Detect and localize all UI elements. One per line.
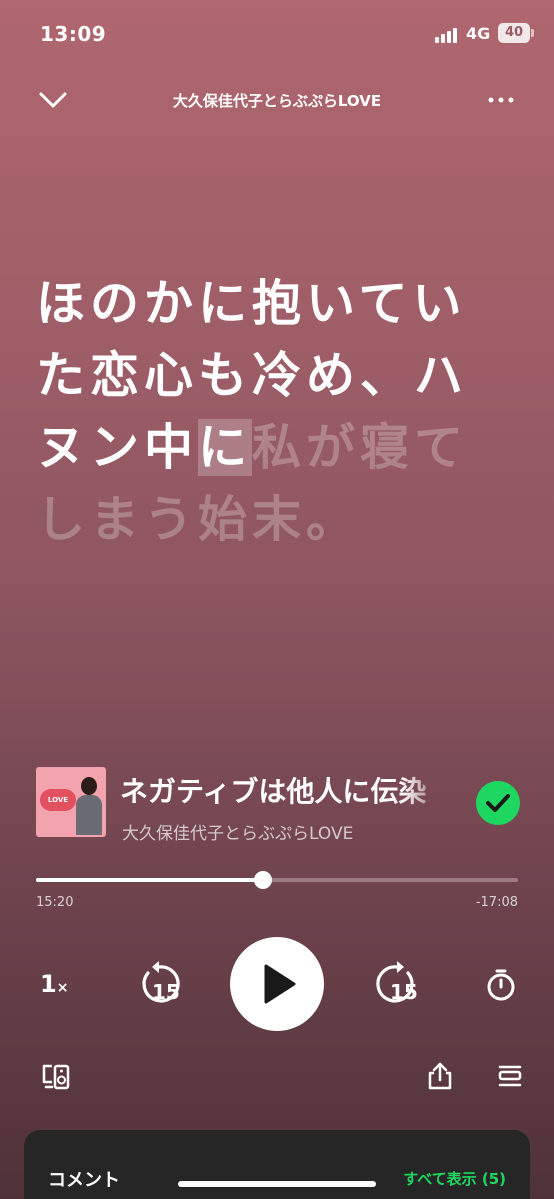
timer-icon[interactable] xyxy=(484,968,518,1002)
artwork-logo: LOVE xyxy=(40,789,76,811)
episode-title[interactable]: ネガティブは他人に伝染 xyxy=(120,770,450,810)
lyric-sung: ほのかに抱いてい xyxy=(36,275,467,332)
progress-thumb[interactable] xyxy=(253,871,272,889)
skip-forward-label: 15 xyxy=(390,980,418,1004)
skip-forward-icon[interactable]: 15 xyxy=(372,959,422,1009)
lyric-sung: ヌン中 xyxy=(36,419,199,476)
speed-value: 1 xyxy=(40,970,57,998)
comments-show-all-link[interactable]: すべて表示 (5) xyxy=(403,1168,506,1189)
header-title: 大久保佳代子とらぶぷらLOVE xyxy=(172,92,382,110)
saved-check-button[interactable] xyxy=(476,781,520,825)
lyric-upcoming: 私が寝て xyxy=(252,419,469,476)
comments-title: コメント xyxy=(48,1170,120,1191)
battery-icon: 40 xyxy=(498,23,530,43)
check-icon xyxy=(486,794,510,812)
progress-fill xyxy=(36,878,263,882)
home-indicator xyxy=(178,1181,376,1187)
chevron-down-icon[interactable] xyxy=(38,88,68,112)
comments-card[interactable]: コメント すべて表示 (5) xyxy=(24,1130,530,1199)
status-bar: 13:09 4G 40 xyxy=(0,0,554,64)
more-icon[interactable] xyxy=(486,92,516,108)
skip-back-label: 15 xyxy=(152,980,180,1004)
play-icon xyxy=(264,964,296,1004)
queue-icon[interactable] xyxy=(494,1060,526,1092)
episode-show-name[interactable]: 大久保佳代子とらぶぷらLOVE xyxy=(122,819,353,844)
lyrics-panel: ほのかに抱いてい た恋心も冷め、ハ ヌン中に私が寝て しまう始末。 xyxy=(36,268,522,556)
lyric-line: ヌン中に私が寝て xyxy=(36,412,522,484)
share-icon[interactable] xyxy=(424,1060,456,1092)
network-label: 4G xyxy=(466,24,491,43)
lyric-line: た恋心も冷め、ハ xyxy=(36,340,522,412)
lyric-sung: た恋心も冷め、ハ xyxy=(36,347,469,404)
artwork-person xyxy=(76,777,102,835)
play-button[interactable] xyxy=(230,937,324,1031)
time-elapsed: 15:20 xyxy=(36,895,74,910)
battery-tip xyxy=(531,29,534,37)
speed-suffix: × xyxy=(56,980,69,996)
device-icon[interactable] xyxy=(40,1060,72,1092)
lyric-current-char: に xyxy=(198,419,253,476)
episode-artwork[interactable]: LOVE xyxy=(36,767,106,837)
lyric-line: しまう始末。 xyxy=(36,484,522,556)
lyric-upcoming: しまう始末。 xyxy=(36,491,361,548)
signal-icon xyxy=(435,27,459,43)
progress-bar[interactable] xyxy=(36,871,518,889)
time-remaining: -17:08 xyxy=(475,895,518,910)
skip-back-icon[interactable]: 15 xyxy=(134,959,184,1009)
status-time: 13:09 xyxy=(40,22,107,46)
playback-speed-button[interactable]: 1× xyxy=(40,970,68,998)
lyric-line: ほのかに抱いてい xyxy=(36,268,522,340)
